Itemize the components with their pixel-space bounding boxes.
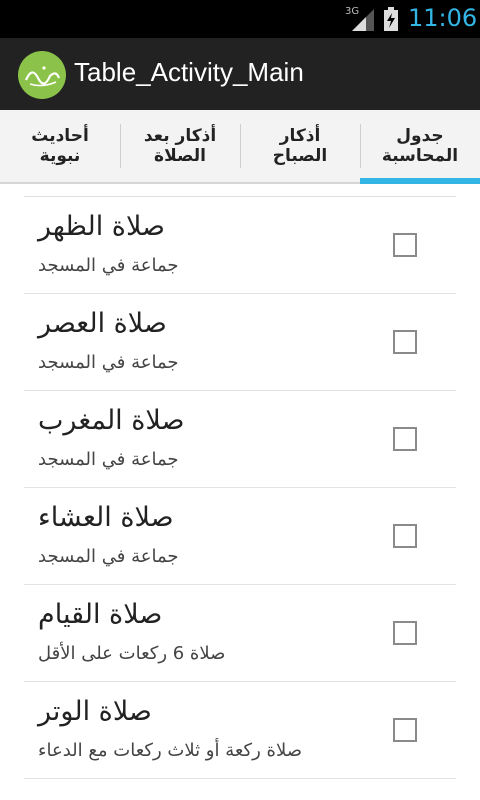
prayer-checklist[interactable]: صلاة الظهر جماعة في المسجد صلاة العصر جم…	[24, 196, 456, 800]
item-subtitle: جماعة في المسجد	[38, 546, 179, 567]
item-checkbox[interactable]	[393, 233, 417, 257]
item-subtitle: صلاة ركعة أو ثلاث ركعات مع الدعاء	[38, 740, 302, 761]
tab-morning-adhkar[interactable]: أذكار الصباح	[240, 110, 360, 182]
item-title: صلاة الظهر	[38, 211, 165, 242]
tab-accountability-table[interactable]: جدول المحاسبة	[360, 110, 480, 184]
tab-label: أحاديث نبوية	[31, 126, 89, 166]
clock: 11:06	[408, 4, 478, 32]
app-logo-calligraphy-icon[interactable]	[18, 51, 66, 99]
item-title: صلاة العشاء	[38, 502, 174, 533]
tab-label: جدول المحاسبة	[381, 126, 459, 166]
tab-post-prayer-adhkar[interactable]: أذكار بعد الصلاة	[120, 110, 240, 182]
tab-label: أذكار الصباح	[272, 126, 328, 166]
item-checkbox[interactable]	[393, 330, 417, 354]
item-title: صلاة القيام	[38, 599, 163, 630]
item-checkbox[interactable]	[393, 427, 417, 451]
tab-prophetic-hadiths[interactable]: أحاديث نبوية	[0, 110, 120, 182]
list-item[interactable]: صلاة الوتر صلاة ركعة أو ثلاث ركعات مع ال…	[24, 682, 456, 779]
item-subtitle: جماعة في المسجد	[38, 352, 179, 373]
app-title: Table_Activity_Main	[74, 57, 304, 87]
item-subtitle: صلاة 6 ركعات على الأقل	[38, 643, 226, 664]
signal-strength-icon	[352, 9, 374, 31]
list-item[interactable]: صلاة العصر جماعة في المسجد	[24, 294, 456, 391]
item-checkbox[interactable]	[393, 621, 417, 645]
action-bar: Table_Activity_Main	[0, 38, 480, 110]
list-item[interactable]: صلاة العشاء جماعة في المسجد	[24, 488, 456, 585]
item-title: صلاة العصر	[38, 308, 167, 339]
item-subtitle: جماعة في المسجد	[38, 449, 179, 470]
status-bar: 3G 11:06	[0, 0, 480, 38]
item-title: صلاة الوتر	[38, 696, 152, 727]
tab-bar: أحاديث نبوية أذكار بعد الصلاة أذكار الصب…	[0, 110, 480, 184]
list-item[interactable]: صلاة الظهر جماعة في المسجد	[24, 197, 456, 294]
list-item[interactable]: صلاة المغرب جماعة في المسجد	[24, 391, 456, 488]
list-item[interactable]: صلاة القيام صلاة 6 ركعات على الأقل	[24, 585, 456, 682]
battery-charging-icon	[384, 7, 398, 31]
item-subtitle: جماعة في المسجد	[38, 255, 179, 276]
item-checkbox[interactable]	[393, 718, 417, 742]
item-checkbox[interactable]	[393, 524, 417, 548]
tab-label: أذكار بعد الصلاة	[143, 126, 217, 166]
item-title: صلاة المغرب	[38, 405, 185, 436]
